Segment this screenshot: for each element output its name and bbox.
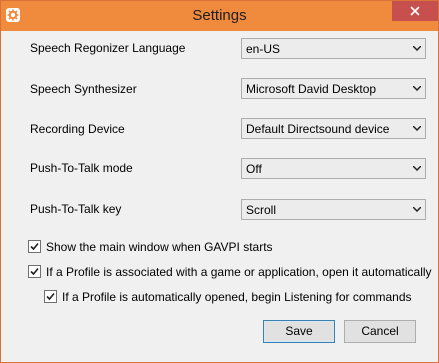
select-value: Off	[246, 162, 262, 176]
close-icon	[410, 6, 420, 16]
chevron-down-icon	[413, 46, 421, 51]
chevron-down-icon	[413, 126, 421, 131]
cancel-button[interactable]: Cancel	[344, 320, 416, 343]
checkmark-icon	[30, 242, 39, 251]
window-title: Settings	[192, 7, 247, 24]
speech-synthesizer-label: Speech Synthesizer	[30, 82, 137, 96]
close-button[interactable]	[392, 1, 438, 21]
select-value: Scroll	[246, 203, 277, 217]
title-bar[interactable]: Settings	[1, 1, 438, 31]
checkmark-icon	[30, 267, 39, 276]
checkbox-box[interactable]	[44, 290, 57, 303]
push-to-talk-key-select[interactable]: Scroll	[241, 199, 426, 220]
chevron-down-icon	[413, 207, 421, 212]
checkbox-box[interactable]	[28, 240, 41, 253]
speech-recognizer-language-label: Speech Regonizer Language	[30, 41, 186, 55]
speech-synthesizer-select[interactable]: Microsoft David Desktop	[241, 78, 426, 99]
checkmark-icon	[46, 292, 55, 301]
chevron-down-icon	[413, 86, 421, 91]
push-to-talk-key-label: Push-To-Talk key	[30, 202, 122, 216]
select-value: en-US	[246, 42, 281, 56]
select-value: Default Directsound device	[246, 122, 390, 136]
recording-device-label: Recording Device	[30, 122, 125, 136]
checkbox-label: Show the main window when GAVPI starts	[46, 240, 273, 254]
select-value: Microsoft David Desktop	[246, 82, 377, 96]
checkbox-label: If a Profile is automatically opened, be…	[62, 290, 412, 304]
chevron-down-icon	[413, 166, 421, 171]
recording-device-select[interactable]: Default Directsound device	[241, 118, 426, 139]
settings-window: Settings Speech Regonizer Language en-US…	[0, 0, 439, 363]
push-to-talk-mode-label: Push-To-Talk mode	[30, 161, 133, 175]
settings-panel: Speech Regonizer Language en-US Speech S…	[8, 31, 432, 354]
push-to-talk-mode-select[interactable]: Off	[241, 158, 426, 179]
speech-recognizer-language-select[interactable]: en-US	[241, 38, 426, 59]
checkbox-label: If a Profile is associated with a game o…	[46, 265, 432, 279]
save-button[interactable]: Save	[263, 320, 335, 343]
checkbox-box[interactable]	[28, 265, 41, 278]
